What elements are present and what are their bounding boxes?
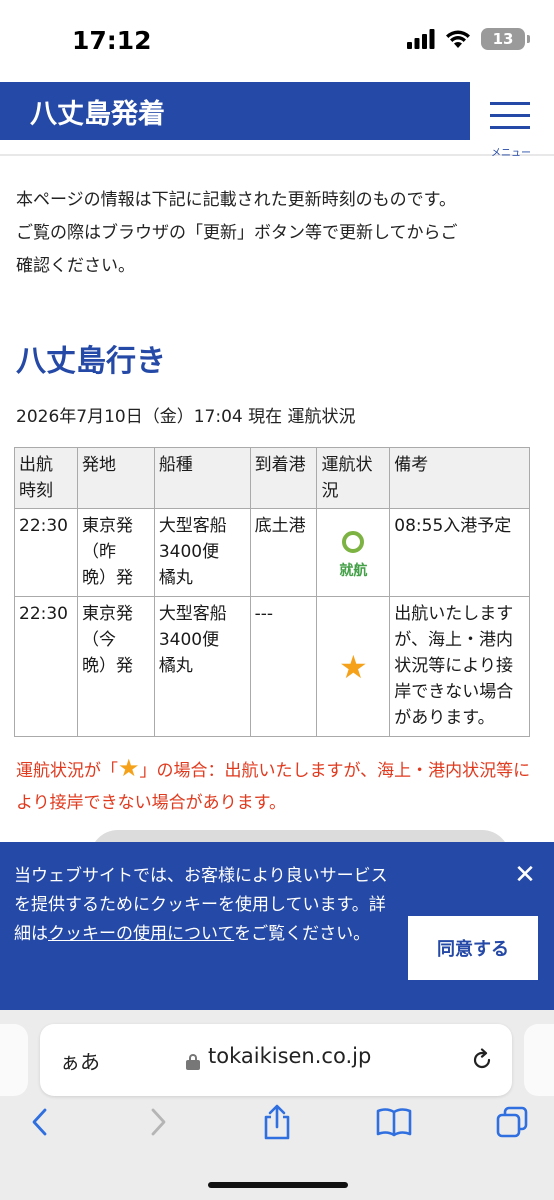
page-settings-button[interactable]: ぁあ [60,1046,100,1075]
legend-prefix: 運航状況が「 [16,761,118,781]
column-header: 備考 [389,447,530,509]
status-cell: 就航 [316,508,391,597]
departure-time-cell: 22:30 [14,508,78,597]
table-row: 22:30 東京発 （昨 晩）発 大型客船 3400便 橘丸 底土港 就航 08… [14,508,530,597]
table-header-row: 出航 時刻 発地 船種 到着港 運航状 況 備考 [14,447,530,509]
table-row: 22:30 東京発 （今 晩）発 大型客船 3400便 橘丸 --- ★ 出航い… [14,596,530,737]
signal-icon [407,29,435,49]
header-band: 八丈島発着 [0,82,470,140]
share-button[interactable] [255,1100,299,1144]
status-timestamp: 2026年7月10日（金）17:04 現在 運航状況 [16,407,356,427]
star-legend: 運航状況が「★」の場合：出航いたしますが、海上・港内状況等により接岸できない場合… [16,752,536,819]
intro-line: 本ページの情報は下記に記載された更新時刻のものです。 [16,190,456,210]
vessel-cell: 大型客船 3400便 橘丸 [153,508,251,597]
status-cell: ★ [316,596,391,737]
status-bar: 17:12 13 [0,0,554,80]
battery-icon: 13 [481,28,530,50]
tabs-icon [496,1106,528,1138]
browser-toolbar: ぁあ tokaikisen.co.jp [0,1010,554,1200]
tabs-button[interactable] [490,1100,534,1144]
departure-time-cell: 22:30 [14,596,78,737]
home-indicator [208,1182,348,1188]
page-title: 八丈島発着 [30,99,165,130]
operating-ring-icon [342,530,365,553]
url-text[interactable]: tokaikisen.co.jp [208,1044,371,1068]
safari-nav-toolbar [0,1100,554,1160]
column-header: 発地 [76,447,155,509]
column-header: 船種 [153,447,251,509]
site-header: 八丈島発着 メニュー [0,82,554,159]
close-icon[interactable]: ✕ [510,860,540,890]
cookie-banner: 当ウェブサイトでは、お客様により良いサービスを提供するためにクッキーを使用してい… [0,842,554,1010]
origin-cell: 東京発 （今 晩）発 [76,596,155,737]
column-header: 到着港 [249,447,318,509]
reload-icon[interactable] [470,1048,494,1072]
star-icon: ★ [339,647,368,686]
book-icon [376,1108,412,1137]
wifi-icon [446,30,470,48]
bookmarks-button[interactable] [372,1100,416,1144]
arrival-port-cell: --- [249,596,318,737]
agree-button[interactable]: 同意する [408,916,538,980]
lock-icon [186,1054,200,1070]
next-tab-card[interactable] [524,1024,554,1096]
chevron-left-icon [32,1108,47,1136]
hamburger-icon [490,102,530,105]
remarks-cell: 出航いたします が、海上・港内 状況等により接 岸できない場合 があります。 [389,596,530,737]
chevron-right-icon [151,1108,166,1136]
status-time: 17:12 [72,26,152,55]
arrival-port-cell: 底土港 [249,508,318,597]
column-header: 出航 時刻 [14,447,78,509]
schedule-table: 出航 時刻 発地 船種 到着港 運航状 況 備考 22:30 東京発 （昨 晩）… [14,447,530,737]
status-icons: 13 [407,28,530,50]
remarks-cell: 08:55入港予定 [389,508,530,597]
battery-level: 13 [481,28,525,50]
star-icon: ★ [118,754,140,782]
section-title: 八丈島行き [16,344,166,379]
intro-line: ご覧の際はブラウザの「更新」ボタン等で更新してからご [16,223,458,243]
vessel-cell: 大型客船 3400便 橘丸 [153,596,251,737]
cookie-message: 当ウェブサイトでは、お客様により良いサービスを提供するためにクッキーを使用してい… [14,866,388,944]
previous-tab-card[interactable] [0,1024,28,1096]
status-label: 就航 [339,562,368,579]
forward-button[interactable] [136,1100,180,1144]
column-header: 運航状 況 [316,447,391,509]
menu-label: メニュー [491,148,531,159]
cookie-policy-link[interactable]: クッキーの使用について [48,924,234,944]
menu-button[interactable]: メニュー [482,96,542,159]
share-icon [264,1104,290,1140]
intro-notice: 本ページの情報は下記に記載された更新時刻のものです。 ご覧の際はブラウザの「更新… [16,184,536,283]
back-button[interactable] [18,1100,62,1144]
origin-cell: 東京発 （昨 晩）発 [76,508,155,597]
address-bar[interactable]: ぁあ tokaikisen.co.jp [40,1024,512,1096]
intro-line: 確認ください。 [16,256,135,276]
